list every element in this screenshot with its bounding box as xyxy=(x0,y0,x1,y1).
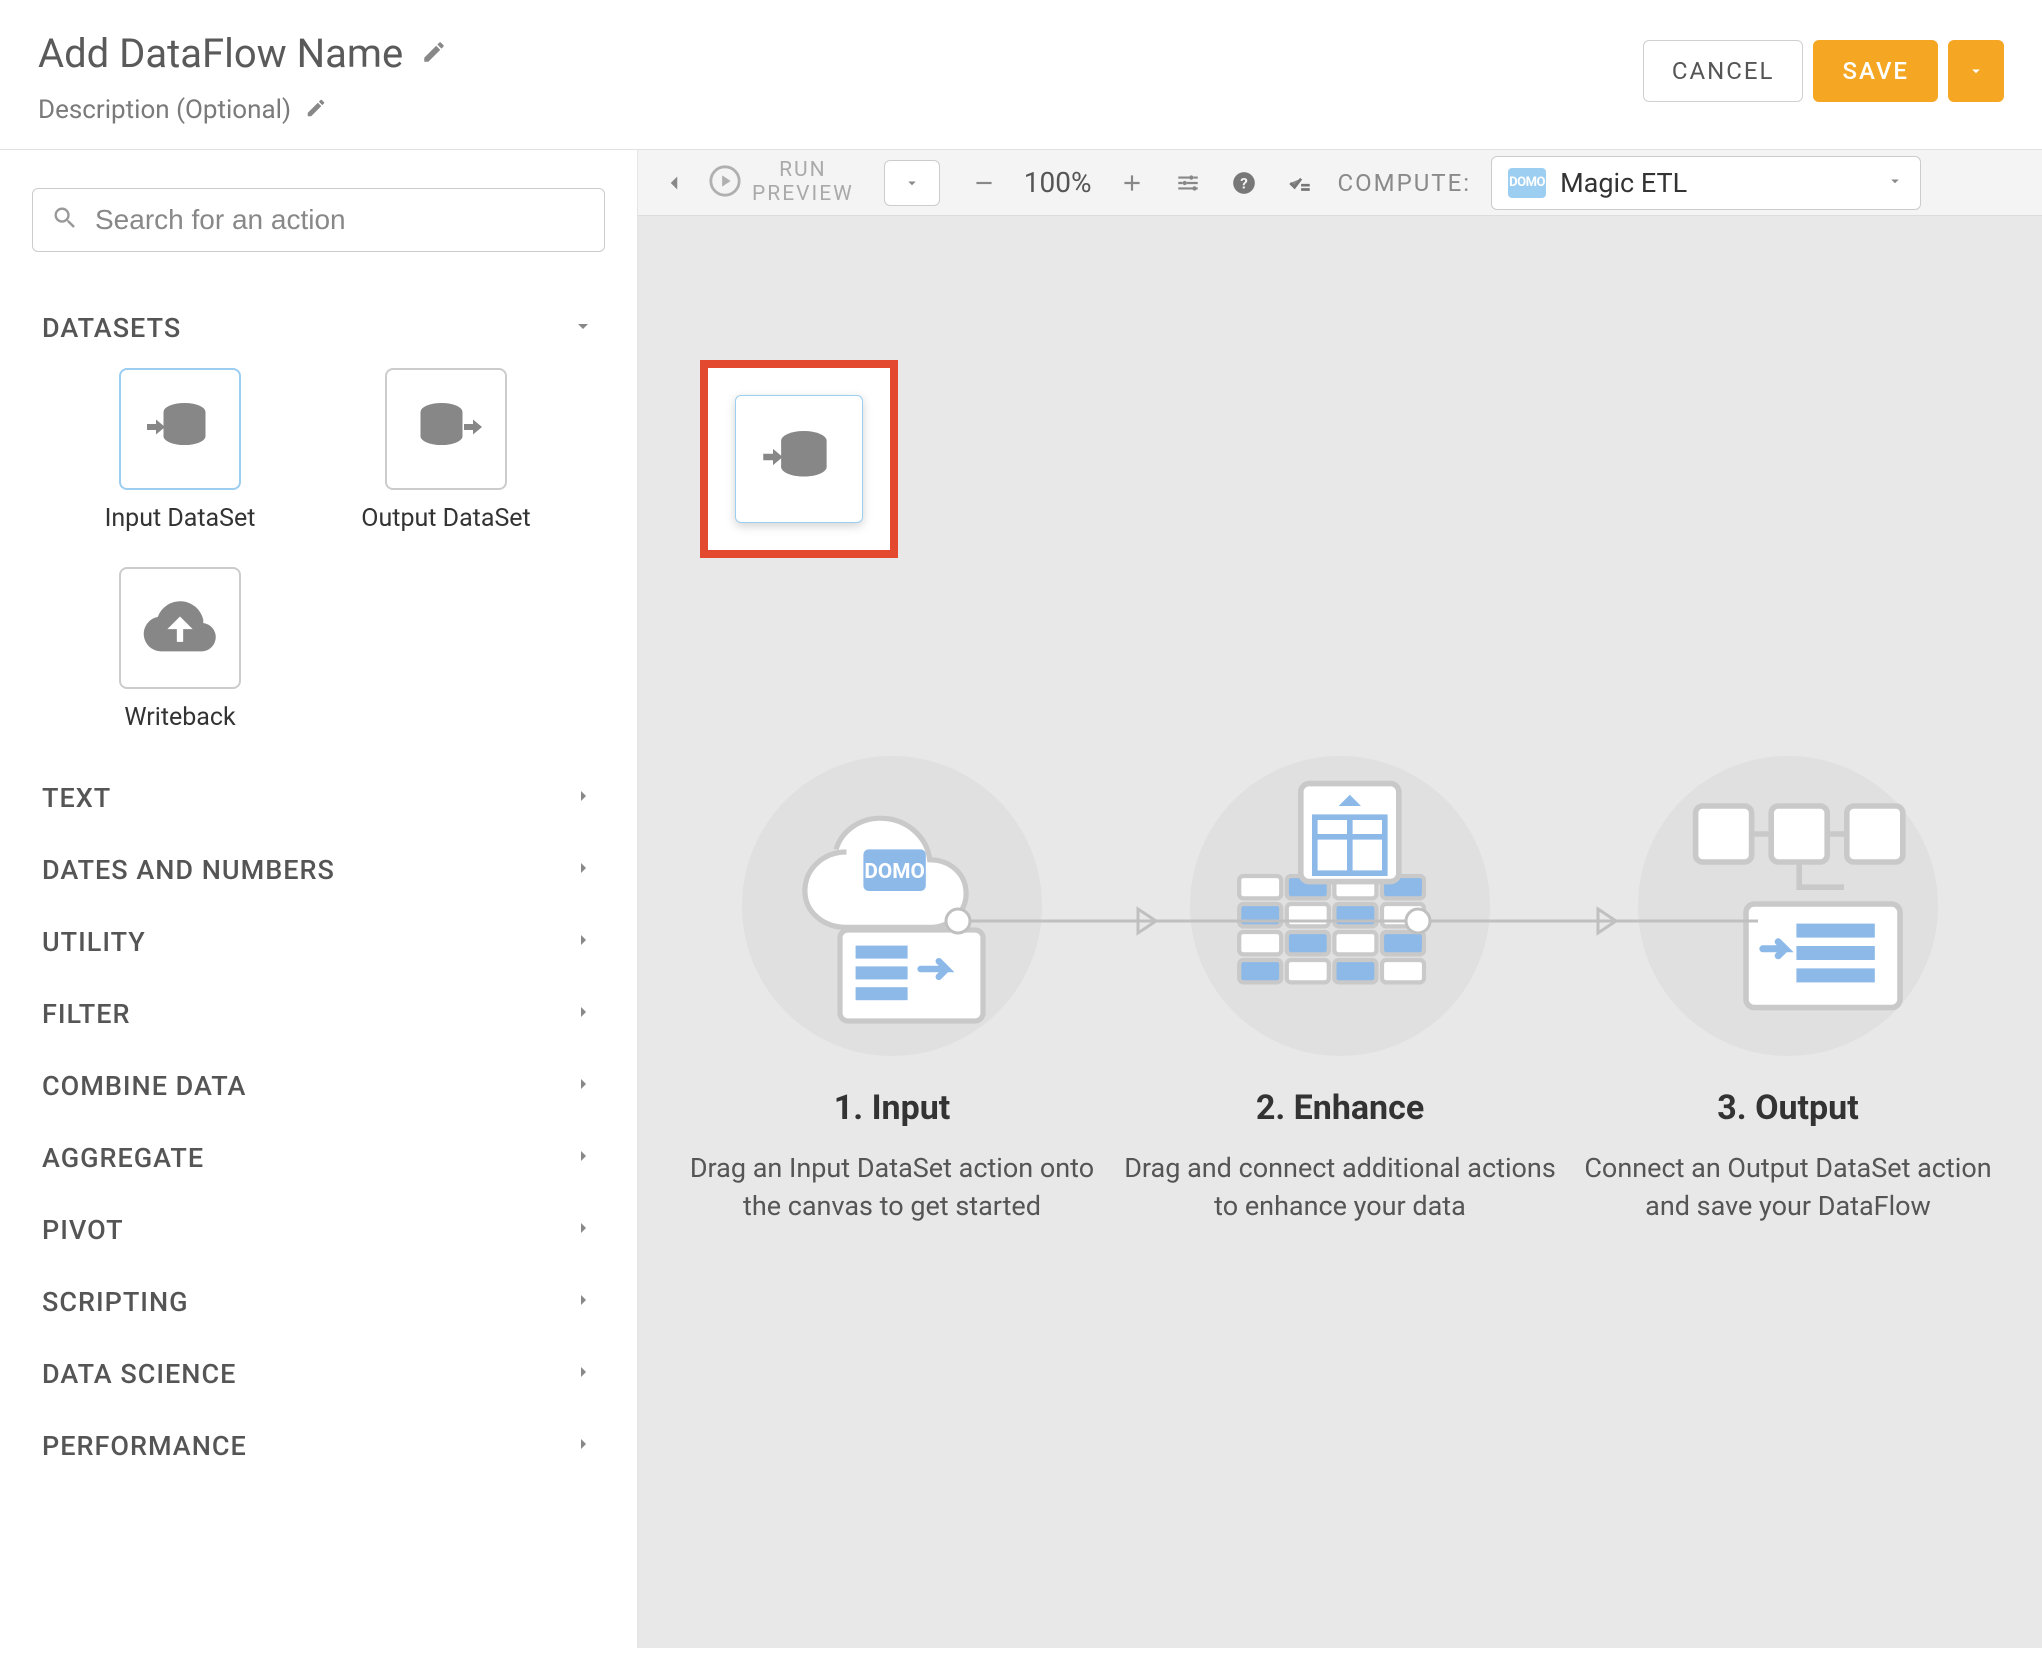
category-label: AGGREGATE xyxy=(42,1142,204,1174)
tile-label: Writeback xyxy=(124,703,235,732)
chevron-down-icon xyxy=(1886,172,1904,194)
search-box[interactable] xyxy=(32,188,605,252)
step-desc: Drag an Input DataSet action onto the ca… xyxy=(672,1150,1112,1226)
category-aggregate[interactable]: AGGREGATE xyxy=(32,1122,605,1194)
step-desc: Connect an Output DataSet action and sav… xyxy=(1568,1150,2008,1226)
description-row[interactable]: Description (Optional) xyxy=(38,95,447,125)
canvas-input-dataset-node[interactable] xyxy=(700,360,898,558)
pencil-icon[interactable] xyxy=(305,97,327,123)
description-text[interactable]: Description (Optional) xyxy=(38,95,291,125)
zoom-out-button[interactable] xyxy=(962,161,1006,205)
canvas[interactable]: DOMO 1. Input Drag an Input DataSet act xyxy=(638,216,2042,1648)
validate-button[interactable] xyxy=(1278,161,1322,205)
zoom-level: 100% xyxy=(1018,166,1098,199)
chevron-right-icon xyxy=(571,784,595,812)
svg-text:DOMO: DOMO xyxy=(864,860,924,884)
search-input[interactable] xyxy=(95,204,586,236)
category-label: SCRIPTING xyxy=(42,1286,189,1318)
canvas-toolbar: RUN PREVIEW 100% ? COMPUT xyxy=(638,150,2042,216)
cancel-button[interactable]: CANCEL xyxy=(1643,40,1804,102)
pencil-icon[interactable] xyxy=(421,39,447,69)
category-label: COMBINE DATA xyxy=(42,1070,246,1102)
save-dropdown-button[interactable] xyxy=(1948,40,2004,102)
step-enhance: 2. Enhance Drag and connect additional a… xyxy=(1120,746,1560,1226)
category-pivot[interactable]: PIVOT xyxy=(32,1194,605,1266)
category-label: PIVOT xyxy=(42,1214,124,1246)
category-label: DATA SCIENCE xyxy=(42,1358,236,1390)
onboarding-hero: DOMO 1. Input Drag an Input DataSet act xyxy=(638,746,2042,1226)
chevron-right-icon xyxy=(571,1000,595,1028)
tile-label: Output DataSet xyxy=(361,504,530,533)
category-label: TEXT xyxy=(42,782,111,814)
dataset-tiles: Input DataSet Output DataSet xyxy=(32,364,605,762)
tile-output-dataset[interactable]: Output DataSet xyxy=(366,368,526,533)
sidebar: DATASETS Input DataSet xyxy=(0,150,638,1648)
cloud-upload-icon xyxy=(142,588,218,668)
chevron-right-icon xyxy=(571,856,595,884)
category-scripting[interactable]: SCRIPTING xyxy=(32,1266,605,1338)
tile-input-dataset[interactable]: Input DataSet xyxy=(100,368,260,533)
canvas-wrap: RUN PREVIEW 100% ? COMPUT xyxy=(638,150,2042,1648)
chevron-down-icon xyxy=(571,314,595,342)
svg-text:?: ? xyxy=(1240,174,1248,192)
database-in-icon xyxy=(144,391,216,467)
category-label: DATASETS xyxy=(42,312,181,344)
compute-select[interactable]: DOMO Magic ETL xyxy=(1491,156,1921,210)
chevron-right-icon xyxy=(571,928,595,956)
category-utility[interactable]: UTILITY xyxy=(32,906,605,978)
header-actions: CANCEL SAVE xyxy=(1643,40,2004,102)
category-label: DATES AND NUMBERS xyxy=(42,854,335,886)
category-label: UTILITY xyxy=(42,926,146,958)
category-label: PERFORMANCE xyxy=(42,1430,247,1462)
category-label: FILTER xyxy=(42,998,131,1030)
category-datasets[interactable]: DATASETS xyxy=(32,292,605,364)
tile-writeback[interactable]: Writeback xyxy=(100,567,260,732)
compute-label: COMPUTE: xyxy=(1338,169,1472,197)
play-icon xyxy=(708,164,742,202)
category-combine-data[interactable]: COMBINE DATA xyxy=(32,1050,605,1122)
step-title: 1. Input xyxy=(834,1088,951,1128)
compute-badge: DOMO xyxy=(1508,168,1546,198)
chevron-right-icon xyxy=(571,1432,595,1460)
chevron-right-icon xyxy=(571,1360,595,1388)
run-preview-button[interactable]: RUN PREVIEW xyxy=(708,159,854,205)
body: DATASETS Input DataSet xyxy=(0,150,2042,1648)
tile-label: Input DataSet xyxy=(105,504,256,533)
chevron-right-icon xyxy=(571,1144,595,1172)
step-title: 3. Output xyxy=(1717,1088,1858,1128)
category-dates-numbers[interactable]: DATES AND NUMBERS xyxy=(32,834,605,906)
category-text[interactable]: TEXT xyxy=(32,762,605,834)
search-icon xyxy=(51,204,79,236)
settings-sliders-button[interactable] xyxy=(1166,161,1210,205)
header: Add DataFlow Name Description (Optional)… xyxy=(0,0,2042,150)
category-filter[interactable]: FILTER xyxy=(32,978,605,1050)
chevron-right-icon xyxy=(571,1288,595,1316)
dataflow-title[interactable]: Add DataFlow Name xyxy=(38,30,403,77)
step-desc: Drag and connect additional actions to e… xyxy=(1120,1150,1560,1226)
step-output: 3. Output Connect an Output DataSet acti… xyxy=(1568,746,2008,1226)
step-input: DOMO 1. Input Drag an Input DataSet act xyxy=(672,746,1112,1226)
database-out-icon xyxy=(410,391,482,467)
category-performance[interactable]: PERFORMANCE xyxy=(32,1410,605,1482)
save-button[interactable]: SAVE xyxy=(1813,40,1938,102)
compute-value: Magic ETL xyxy=(1560,167,1872,199)
zoom-in-button[interactable] xyxy=(1110,161,1154,205)
chevron-right-icon xyxy=(571,1216,595,1244)
help-button[interactable]: ? xyxy=(1222,161,1266,205)
title-row[interactable]: Add DataFlow Name xyxy=(38,30,447,77)
category-data-science[interactable]: DATA SCIENCE xyxy=(32,1338,605,1410)
header-left: Add DataFlow Name Description (Optional) xyxy=(38,30,447,125)
chevron-right-icon xyxy=(571,1072,595,1100)
run-preview-label: RUN PREVIEW xyxy=(752,159,854,205)
preview-options-dropdown[interactable] xyxy=(884,160,940,206)
step-connector-icon xyxy=(938,901,1778,941)
database-in-icon xyxy=(760,418,838,500)
step-title: 2. Enhance xyxy=(1256,1088,1424,1128)
back-button[interactable] xyxy=(652,161,696,205)
